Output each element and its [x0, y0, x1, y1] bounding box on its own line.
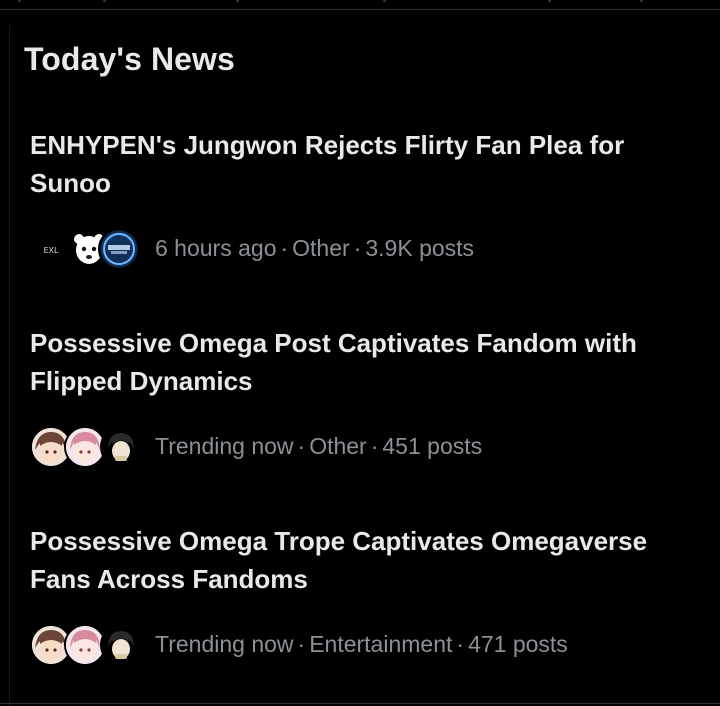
- news-post-count: 451 posts: [382, 433, 483, 459]
- news-post-count: 471 posts: [468, 631, 568, 657]
- avatar: EXL: [30, 228, 72, 270]
- news-item-2[interactable]: Possessive Omega Post Captivates Fandom …: [0, 316, 720, 486]
- news-item-3[interactable]: Possessive Omega Trope Captivates Omegav…: [0, 514, 720, 684]
- news-time: Trending now: [155, 631, 294, 657]
- news-category: Other: [292, 235, 350, 261]
- separator: ·: [280, 235, 289, 261]
- avatar: [100, 426, 142, 468]
- news-meta: Trending now · Other · 451 posts: [30, 424, 482, 468]
- separator: ·: [456, 631, 465, 657]
- news-headline: ENHYPEN's Jungwon Rejects Flirty Fan Ple…: [30, 130, 625, 198]
- news-item-1[interactable]: ENHYPEN's Jungwon Rejects Flirty Fan Ple…: [0, 118, 720, 288]
- news-time: Trending now: [155, 433, 294, 459]
- avatar: [98, 228, 140, 270]
- news-time: 6 hours ago: [155, 235, 277, 261]
- bottom-divider: [0, 703, 720, 704]
- news-meta: EXL 6 hours ago · Other · 3.9K posts: [30, 226, 474, 270]
- news-headline: Possessive Omega Post Captivates Fandom …: [30, 328, 637, 396]
- avatar-stack: [30, 424, 155, 468]
- section-title: Today's News: [24, 41, 235, 77]
- news-headline: Possessive Omega Trope Captivates Omegav…: [30, 526, 648, 594]
- top-divider: [0, 9, 720, 10]
- avatar-stack: [30, 622, 155, 666]
- separator: ·: [297, 433, 306, 459]
- news-category: Entertainment: [309, 631, 453, 657]
- news-meta-text: 6 hours ago · Other · 3.9K posts: [155, 233, 474, 263]
- separator: ·: [353, 235, 362, 261]
- news-category: Other: [309, 433, 367, 459]
- separator: ·: [297, 631, 306, 657]
- news-meta-text: Trending now · Entertainment · 471 posts: [155, 629, 568, 659]
- separator: ·: [370, 433, 379, 459]
- logo-text: EXL: [44, 246, 60, 255]
- news-post-count: 3.9K posts: [365, 235, 475, 261]
- news-meta-text: Trending now · Other · 451 posts: [155, 431, 482, 461]
- news-meta: Trending now · Entertainment · 471 posts: [30, 622, 568, 666]
- avatar: [100, 624, 142, 666]
- avatar-stack: EXL: [30, 226, 155, 270]
- top-edge-artifacts: [0, 0, 720, 4]
